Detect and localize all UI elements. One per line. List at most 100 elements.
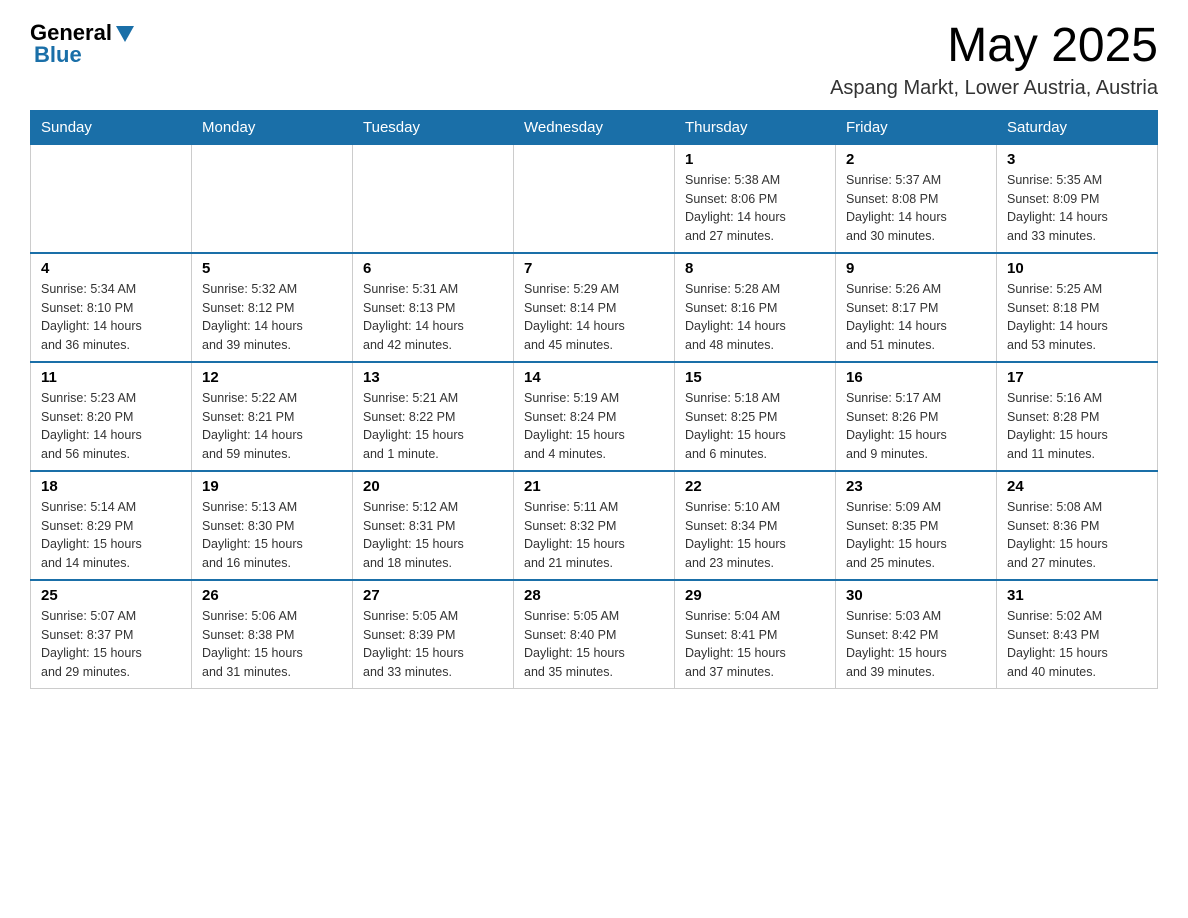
calendar-cell: 11 Sunrise: 5:23 AM Sunset: 8:20 PM Dayli… xyxy=(31,362,192,471)
calendar-cell xyxy=(192,144,353,253)
page-header: General Blue May 2025 Aspang Markt, Lowe… xyxy=(30,20,1158,100)
day-info: Sunrise: 5:16 AM Sunset: 8:28 PM Dayligh… xyxy=(1007,389,1147,464)
calendar-cell: 16 Sunrise: 5:17 AM Sunset: 8:26 PM Dayli… xyxy=(836,362,997,471)
title-area: May 2025 Aspang Markt, Lower Austria, Au… xyxy=(830,20,1158,100)
day-info: Sunrise: 5:02 AM Sunset: 8:43 PM Dayligh… xyxy=(1007,607,1147,682)
day-info: Sunrise: 5:29 AM Sunset: 8:14 PM Dayligh… xyxy=(524,280,664,355)
day-number: 25 xyxy=(41,587,181,604)
day-number: 7 xyxy=(524,260,664,277)
day-number: 8 xyxy=(685,260,825,277)
day-number: 27 xyxy=(363,587,503,604)
month-title: May 2025 xyxy=(830,20,1158,73)
calendar-day-header: Sunday xyxy=(31,110,192,144)
day-number: 19 xyxy=(202,478,342,495)
calendar-cell: 4Sunrise: 5:34 AM Sunset: 8:10 PM Daylig… xyxy=(31,253,192,362)
day-number: 11 xyxy=(41,369,181,386)
day-info: Sunrise: 5:14 AM Sunset: 8:29 PM Dayligh… xyxy=(41,498,181,573)
day-number: 22 xyxy=(685,478,825,495)
calendar-week-row: 25 Sunrise: 5:07 AM Sunset: 8:37 PM Dayli… xyxy=(31,580,1158,689)
logo: General Blue xyxy=(30,20,136,68)
day-number: 17 xyxy=(1007,369,1147,386)
calendar-cell: 19 Sunrise: 5:13 AM Sunset: 8:30 PM Dayli… xyxy=(192,471,353,580)
calendar-day-header: Wednesday xyxy=(514,110,675,144)
day-number: 24 xyxy=(1007,478,1147,495)
day-info: Sunrise: 5:28 AM Sunset: 8:16 PM Dayligh… xyxy=(685,280,825,355)
calendar-cell: 31 Sunrise: 5:02 AM Sunset: 8:43 PM Dayli… xyxy=(997,580,1158,689)
calendar-cell xyxy=(514,144,675,253)
calendar-cell: 9 Sunrise: 5:26 AM Sunset: 8:17 PM Daylig… xyxy=(836,253,997,362)
day-number: 20 xyxy=(363,478,503,495)
day-number: 6 xyxy=(363,260,503,277)
calendar-cell: 2 Sunrise: 5:37 AM Sunset: 8:08 PM Daylig… xyxy=(836,144,997,253)
calendar-week-row: 18 Sunrise: 5:14 AM Sunset: 8:29 PM Dayli… xyxy=(31,471,1158,580)
calendar-day-header: Saturday xyxy=(997,110,1158,144)
day-info: Sunrise: 5:05 AM Sunset: 8:40 PM Dayligh… xyxy=(524,607,664,682)
day-number: 15 xyxy=(685,369,825,386)
calendar-cell: 1Sunrise: 5:38 AM Sunset: 8:06 PM Daylig… xyxy=(675,144,836,253)
calendar-cell: 17 Sunrise: 5:16 AM Sunset: 8:28 PM Dayli… xyxy=(997,362,1158,471)
calendar-cell: 5Sunrise: 5:32 AM Sunset: 8:12 PM Daylig… xyxy=(192,253,353,362)
logo-arrow-icon xyxy=(114,22,136,44)
calendar-cell: 3 Sunrise: 5:35 AM Sunset: 8:09 PM Daylig… xyxy=(997,144,1158,253)
day-number: 26 xyxy=(202,587,342,604)
calendar-week-row: 11 Sunrise: 5:23 AM Sunset: 8:20 PM Dayli… xyxy=(31,362,1158,471)
calendar-cell: 27Sunrise: 5:05 AM Sunset: 8:39 PM Dayli… xyxy=(353,580,514,689)
calendar-cell: 22 Sunrise: 5:10 AM Sunset: 8:34 PM Dayli… xyxy=(675,471,836,580)
calendar-cell: 30 Sunrise: 5:03 AM Sunset: 8:42 PM Dayli… xyxy=(836,580,997,689)
day-info: Sunrise: 5:37 AM Sunset: 8:08 PM Dayligh… xyxy=(846,171,986,246)
day-number: 31 xyxy=(1007,587,1147,604)
calendar-cell: 7 Sunrise: 5:29 AM Sunset: 8:14 PM Daylig… xyxy=(514,253,675,362)
calendar-cell: 15Sunrise: 5:18 AM Sunset: 8:25 PM Dayli… xyxy=(675,362,836,471)
location-title: Aspang Markt, Lower Austria, Austria xyxy=(830,77,1158,100)
day-info: Sunrise: 5:21 AM Sunset: 8:22 PM Dayligh… xyxy=(363,389,503,464)
calendar-cell: 20 Sunrise: 5:12 AM Sunset: 8:31 PM Dayli… xyxy=(353,471,514,580)
day-info: Sunrise: 5:19 AM Sunset: 8:24 PM Dayligh… xyxy=(524,389,664,464)
calendar-cell: 25 Sunrise: 5:07 AM Sunset: 8:37 PM Dayli… xyxy=(31,580,192,689)
day-info: Sunrise: 5:26 AM Sunset: 8:17 PM Dayligh… xyxy=(846,280,986,355)
day-number: 16 xyxy=(846,369,986,386)
calendar-day-header: Friday xyxy=(836,110,997,144)
day-info: Sunrise: 5:11 AM Sunset: 8:32 PM Dayligh… xyxy=(524,498,664,573)
day-info: Sunrise: 5:31 AM Sunset: 8:13 PM Dayligh… xyxy=(363,280,503,355)
calendar-cell: 28 Sunrise: 5:05 AM Sunset: 8:40 PM Dayli… xyxy=(514,580,675,689)
day-number: 9 xyxy=(846,260,986,277)
calendar-cell: 23 Sunrise: 5:09 AM Sunset: 8:35 PM Dayli… xyxy=(836,471,997,580)
day-info: Sunrise: 5:35 AM Sunset: 8:09 PM Dayligh… xyxy=(1007,171,1147,246)
day-number: 23 xyxy=(846,478,986,495)
calendar-cell: 14 Sunrise: 5:19 AM Sunset: 8:24 PM Dayli… xyxy=(514,362,675,471)
day-info: Sunrise: 5:03 AM Sunset: 8:42 PM Dayligh… xyxy=(846,607,986,682)
calendar-day-header: Tuesday xyxy=(353,110,514,144)
day-number: 28 xyxy=(524,587,664,604)
day-info: Sunrise: 5:09 AM Sunset: 8:35 PM Dayligh… xyxy=(846,498,986,573)
day-number: 12 xyxy=(202,369,342,386)
day-info: Sunrise: 5:12 AM Sunset: 8:31 PM Dayligh… xyxy=(363,498,503,573)
day-info: Sunrise: 5:10 AM Sunset: 8:34 PM Dayligh… xyxy=(685,498,825,573)
day-number: 18 xyxy=(41,478,181,495)
day-info: Sunrise: 5:34 AM Sunset: 8:10 PM Dayligh… xyxy=(41,280,181,355)
logo-blue-text: Blue xyxy=(34,42,82,68)
calendar-cell xyxy=(353,144,514,253)
day-info: Sunrise: 5:13 AM Sunset: 8:30 PM Dayligh… xyxy=(202,498,342,573)
day-info: Sunrise: 5:17 AM Sunset: 8:26 PM Dayligh… xyxy=(846,389,986,464)
calendar-day-header: Thursday xyxy=(675,110,836,144)
day-info: Sunrise: 5:07 AM Sunset: 8:37 PM Dayligh… xyxy=(41,607,181,682)
calendar-cell: 24Sunrise: 5:08 AM Sunset: 8:36 PM Dayli… xyxy=(997,471,1158,580)
calendar-day-header: Monday xyxy=(192,110,353,144)
day-info: Sunrise: 5:04 AM Sunset: 8:41 PM Dayligh… xyxy=(685,607,825,682)
day-number: 14 xyxy=(524,369,664,386)
day-info: Sunrise: 5:22 AM Sunset: 8:21 PM Dayligh… xyxy=(202,389,342,464)
day-info: Sunrise: 5:38 AM Sunset: 8:06 PM Dayligh… xyxy=(685,171,825,246)
calendar-cell: 29 Sunrise: 5:04 AM Sunset: 8:41 PM Dayli… xyxy=(675,580,836,689)
day-number: 30 xyxy=(846,587,986,604)
day-number: 2 xyxy=(846,151,986,168)
day-number: 3 xyxy=(1007,151,1147,168)
calendar-cell xyxy=(31,144,192,253)
day-number: 29 xyxy=(685,587,825,604)
day-number: 10 xyxy=(1007,260,1147,277)
calendar-week-row: 1Sunrise: 5:38 AM Sunset: 8:06 PM Daylig… xyxy=(31,144,1158,253)
calendar-cell: 26Sunrise: 5:06 AM Sunset: 8:38 PM Dayli… xyxy=(192,580,353,689)
day-info: Sunrise: 5:25 AM Sunset: 8:18 PM Dayligh… xyxy=(1007,280,1147,355)
calendar-cell: 18 Sunrise: 5:14 AM Sunset: 8:29 PM Dayli… xyxy=(31,471,192,580)
day-info: Sunrise: 5:23 AM Sunset: 8:20 PM Dayligh… xyxy=(41,389,181,464)
day-info: Sunrise: 5:32 AM Sunset: 8:12 PM Dayligh… xyxy=(202,280,342,355)
